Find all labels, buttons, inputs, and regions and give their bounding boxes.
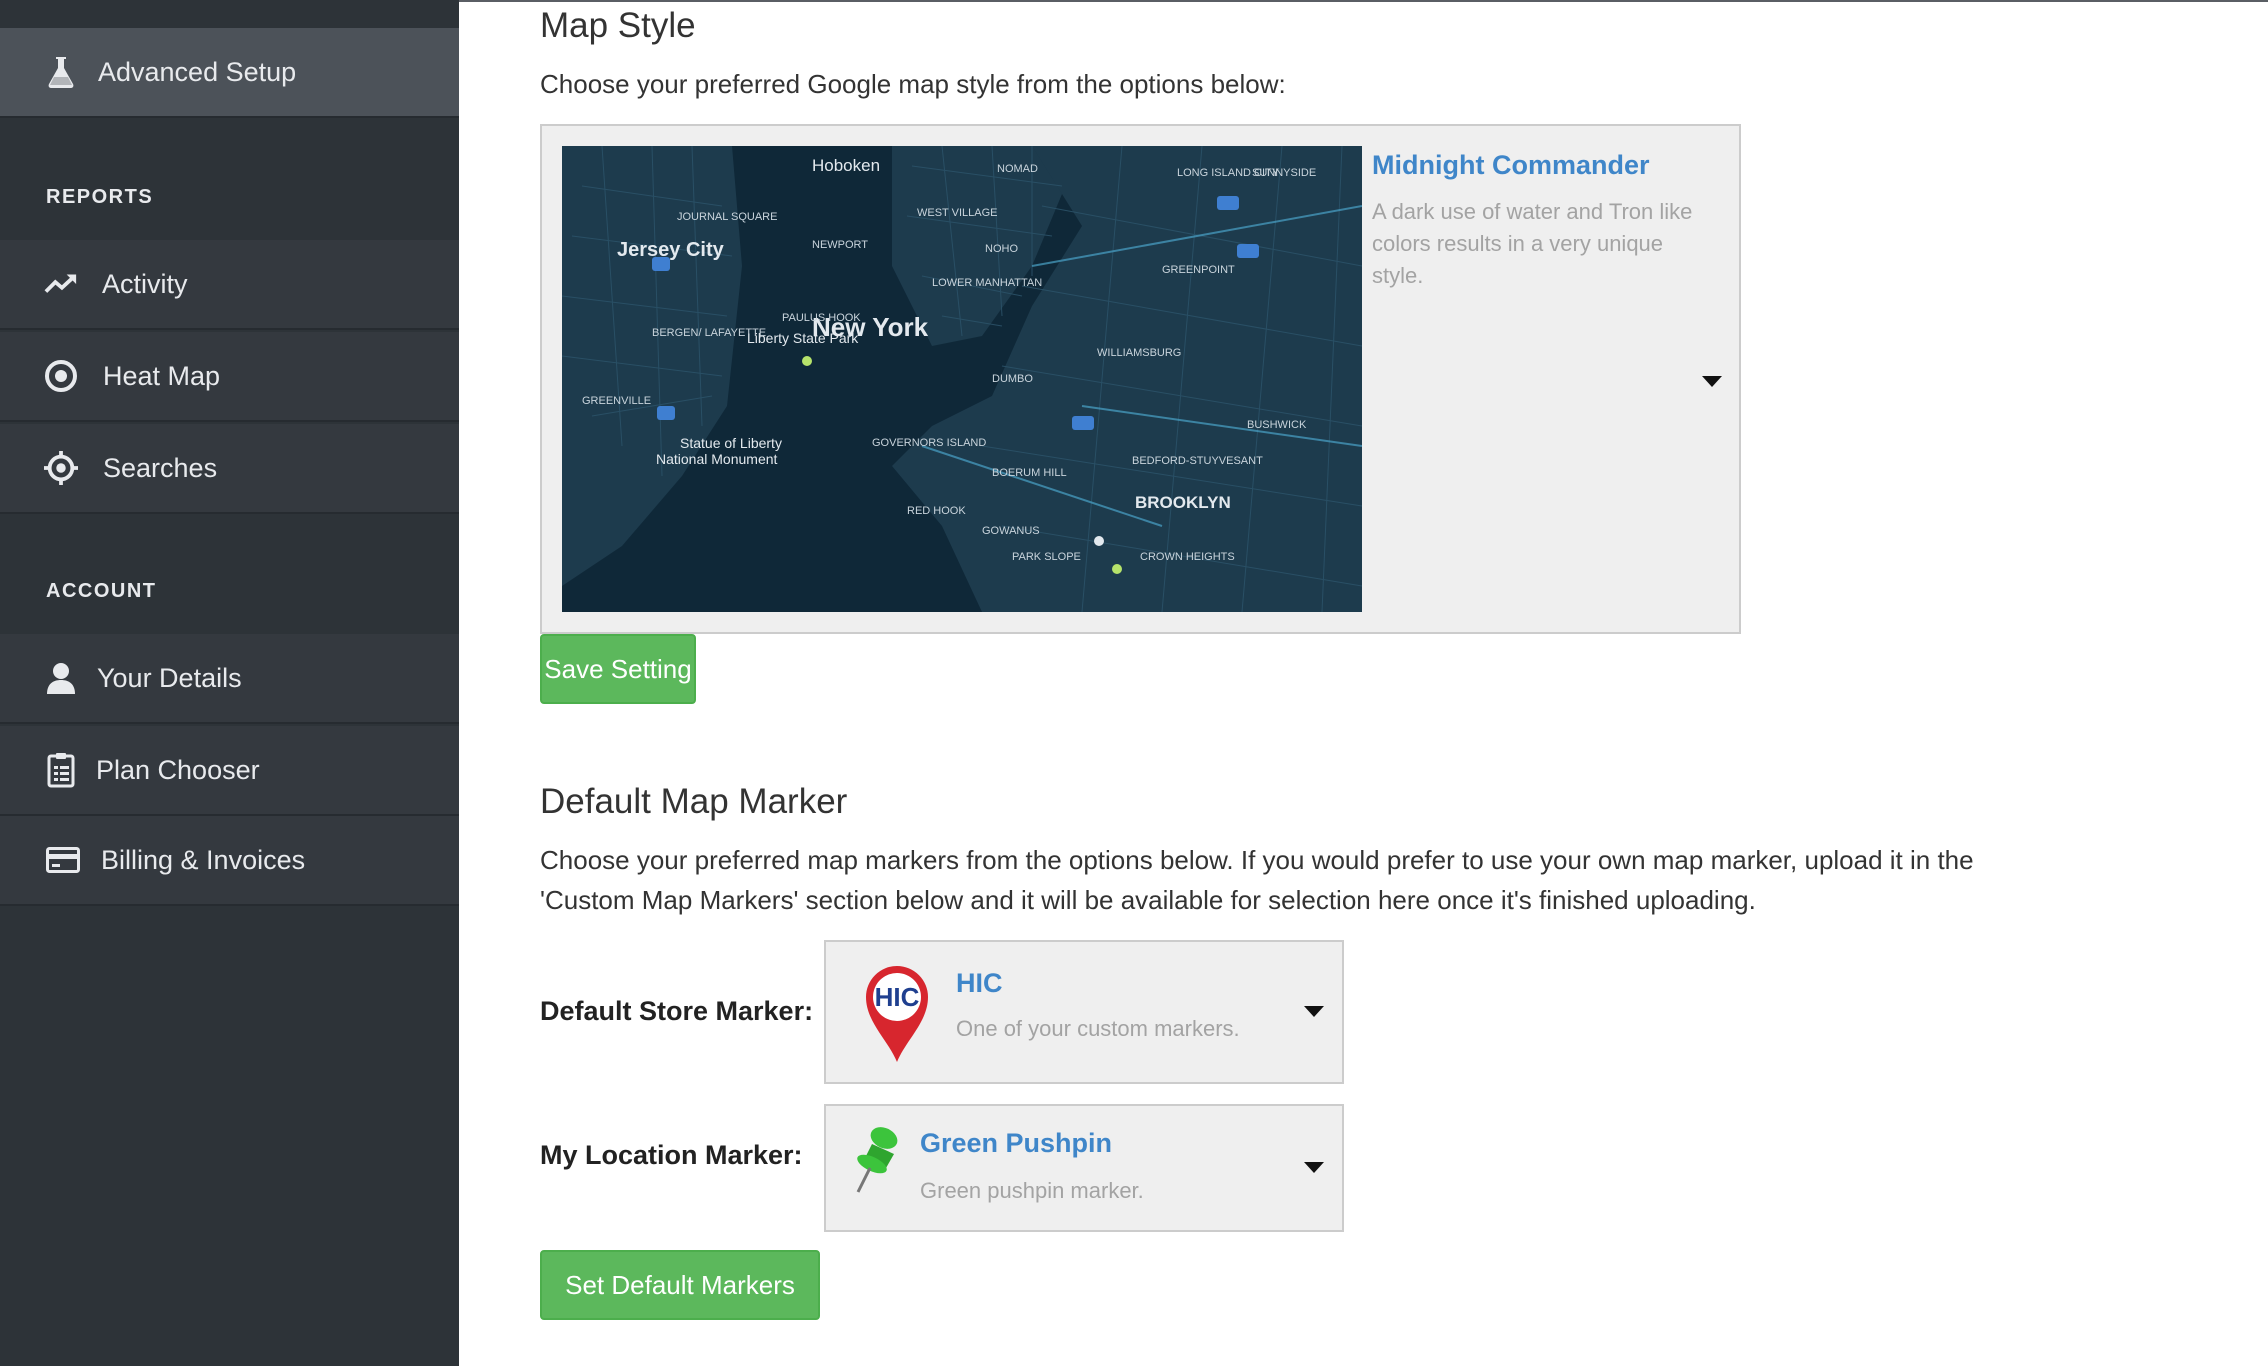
map-label-gowanus: GOWANUS (982, 525, 1040, 537)
my-location-marker-label: My Location Marker: (540, 1140, 803, 1170)
sidebar-item-label: Searches (103, 452, 218, 483)
sidebar-item-searches[interactable]: Searches (0, 424, 459, 514)
account-heading: ACCOUNT (46, 580, 157, 602)
default-store-marker-label: Default Store Marker: (540, 996, 814, 1026)
map-label-hoboken: Hoboken (812, 156, 880, 175)
map-label-park-slope: PARK SLOPE (1012, 551, 1081, 563)
sidebar-item-advanced-setup[interactable]: Advanced Setup (0, 28, 459, 118)
map-style-preview: New York Jersey City Hoboken BROOKLYN Li… (562, 146, 1362, 612)
map-label-brooklyn: BROOKLYN (1135, 493, 1231, 512)
my-location-marker-select[interactable]: Green Pushpin Green pushpin marker. (824, 1104, 1344, 1232)
sidebar-item-label: Plan Chooser (96, 754, 260, 785)
map-style-description: Choose your preferred Google map style f… (540, 69, 1286, 99)
store-marker-title: HIC (956, 968, 1003, 998)
sidebar-item-label: Activity (102, 268, 188, 299)
map-label-paulus-hook: PAULUS HOOK (782, 312, 861, 324)
default-marker-heading: Default Map Marker (540, 782, 848, 821)
sidebar-item-heat-map[interactable]: Heat Map (0, 332, 459, 422)
map-label-greenpoint: GREENPOINT (1162, 264, 1235, 276)
flask-icon (44, 55, 78, 89)
chevron-down-icon (1304, 1006, 1324, 1017)
hic-marker-icon: HIC (860, 960, 934, 1064)
set-default-markers-button[interactable]: Set Default Markers (540, 1250, 820, 1320)
user-icon (44, 661, 78, 695)
credit-card-icon (46, 843, 80, 877)
sidebar: Advanced Setup REPORTS Activity Heat Map… (0, 0, 459, 1366)
target-icon (44, 359, 78, 393)
map-label-lower-manhattan: LOWER MANHATTAN (932, 277, 1042, 289)
default-store-marker-select[interactable]: HIC HIC One of your custom markers. (824, 940, 1344, 1084)
default-marker-description-line1: Choose your preferred map markers from t… (540, 845, 1974, 875)
default-marker-description-line2: 'Custom Map Markers' section below and i… (540, 885, 1756, 915)
map-style-option-title: Midnight Commander (1372, 150, 1650, 180)
sidebar-item-your-details[interactable]: Your Details (0, 634, 459, 724)
map-label-noho: NOHO (985, 243, 1018, 255)
clipboard-icon (44, 753, 78, 788)
map-style-heading: Map Style (540, 6, 696, 45)
store-marker-description: One of your custom markers. (956, 1016, 1240, 1041)
map-label-journal-square: JOURNAL SQUARE (677, 211, 777, 223)
map-label-greenville: GREENVILLE (582, 395, 651, 407)
map-label-newport: NEWPORT (812, 239, 868, 251)
map-style-option-description: A dark use of water and Tron like colors… (1372, 199, 1693, 288)
location-marker-description: Green pushpin marker. (920, 1178, 1144, 1203)
map-label-williamsburg: WILLIAMSBURG (1097, 347, 1181, 359)
map-label-sunnyside: SUNNYSIDE (1252, 167, 1316, 179)
sidebar-item-plan-chooser[interactable]: Plan Chooser (0, 726, 459, 816)
sidebar-item-label: Your Details (97, 662, 242, 693)
map-label-bushwick: BUSHWICK (1247, 419, 1307, 431)
map-label-nomad: NOMAD (997, 163, 1038, 175)
sidebar-item-billing[interactable]: Billing & Invoices (0, 816, 459, 906)
sidebar-item-activity[interactable]: Activity (0, 240, 459, 330)
map-label-bergen: BERGEN/ LAFAYETTE (652, 327, 766, 339)
trend-up-icon (44, 267, 78, 301)
sidebar-item-label: Advanced Setup (98, 56, 297, 87)
chevron-down-icon (1702, 376, 1722, 387)
map-label-statue: Statue of Liberty (680, 435, 782, 451)
sidebar-item-label: Heat Map (103, 360, 221, 391)
map-label-bed-stuy: BEDFORD-STUYVESANT (1132, 455, 1263, 467)
sidebar-item-label: Billing & Invoices (101, 844, 306, 875)
chevron-down-icon (1304, 1162, 1324, 1173)
save-setting-button[interactable]: Save Setting (540, 634, 696, 704)
map-label-statue-2: National Monument (656, 451, 778, 467)
map-label-dumbo: DUMBO (992, 373, 1033, 385)
crosshair-icon (44, 451, 78, 485)
map-label-crown-heights: CROWN HEIGHTS (1140, 551, 1235, 563)
map-label-boerum-hill: BOERUM HILL (992, 467, 1067, 479)
reports-heading: REPORTS (46, 186, 154, 208)
map-label-governors-island: GOVERNORS ISLAND (872, 437, 986, 449)
map-label-jersey-city: Jersey City (617, 239, 725, 261)
map-label-red-hook: RED HOOK (907, 505, 966, 517)
map-label-west-village: WEST VILLAGE (917, 207, 998, 219)
green-pushpin-icon (850, 1124, 906, 1194)
location-marker-title: Green Pushpin (920, 1128, 1113, 1158)
map-style-select[interactable]: New York Jersey City Hoboken BROOKLYN Li… (540, 124, 1741, 634)
hic-badge-text: HIC (875, 982, 920, 1012)
